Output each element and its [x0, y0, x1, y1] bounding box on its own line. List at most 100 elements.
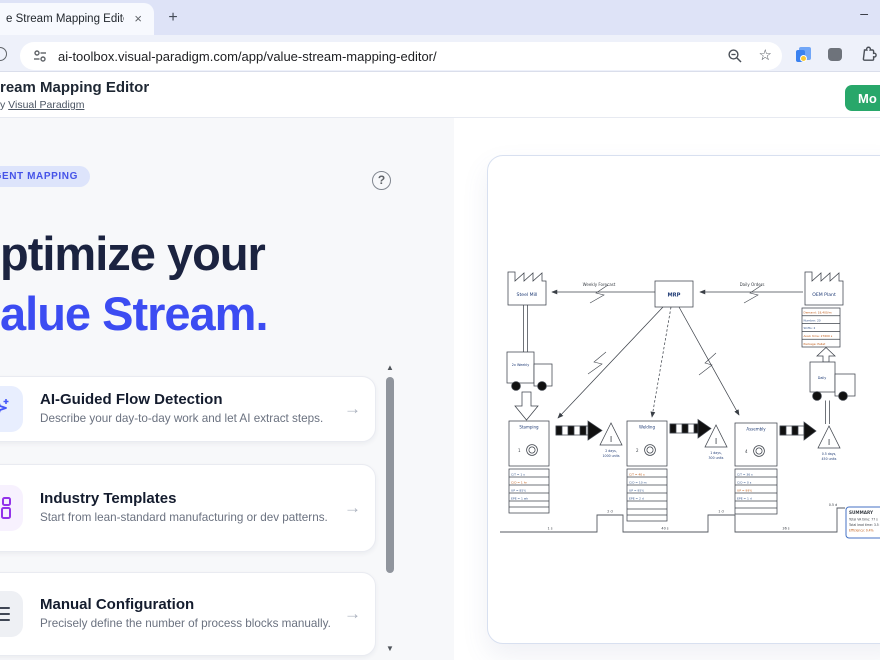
url-bar[interactable]: ai-toolbox.visual-paradigm.com/app/value…	[20, 42, 782, 70]
summary-line: Efficiency: 0.4%	[849, 529, 874, 533]
hero-title-line1: ptimize your	[0, 226, 265, 281]
tab-close-icon[interactable]: ×	[130, 11, 146, 27]
app-byline: y Visual Paradigm	[0, 99, 84, 111]
inventory-label: 2 days,	[605, 449, 617, 453]
url-text[interactable]: ai-toolbox.visual-paradigm.com/app/value…	[58, 49, 719, 64]
process-box-assembly	[735, 423, 777, 514]
timeline-label: 1 d	[718, 510, 723, 514]
push-arrow	[556, 421, 602, 440]
list-settings-icon	[0, 591, 23, 637]
arrow-right-icon[interactable]: →	[344, 498, 361, 518]
timeline-label: 2 d	[607, 510, 612, 514]
card-text: Manual Configuration Precisely define th…	[40, 596, 332, 632]
ship-left-label: 2x Weekly	[512, 363, 529, 367]
card-desc: Start from lean-standard manufacturing o…	[40, 510, 332, 526]
bookmark-star-icon[interactable]: ☆	[759, 48, 772, 64]
scroll-down-icon[interactable]: ▼	[383, 644, 397, 653]
process-box-welding	[627, 421, 667, 521]
site-settings-icon[interactable]	[32, 48, 48, 64]
arrow-right-icon[interactable]: →	[344, 604, 361, 624]
customer-data-row: Number: 20	[804, 318, 821, 322]
tab-strip: e Stream Mapping Editor × + –	[0, 0, 880, 35]
scrollbar-thumb[interactable]	[386, 377, 394, 573]
process-data-row: UP = 95%	[629, 488, 644, 492]
card-list-scrollbar[interactable]: ▲ ▼	[383, 363, 397, 653]
intelligent-mapping-badge: LIGENT MAPPING	[0, 166, 90, 187]
customer-shipment-truck	[810, 348, 855, 425]
summary-line: Total lead time: 3.5 d	[848, 523, 880, 527]
supplier-label: Steel Mill	[517, 292, 538, 298]
extensions-area	[796, 45, 877, 63]
customer-data-row: Avail. time: 27600 s	[804, 334, 833, 338]
inventory-label: 1000 units	[603, 454, 620, 458]
inventory-label: 450 units	[822, 457, 837, 461]
daily-orders-arrow	[700, 285, 803, 303]
window-minimize-button[interactable]: –	[860, 5, 868, 21]
timeline-label: 0.5 d	[829, 503, 838, 507]
extension-icon-gray[interactable]	[828, 48, 842, 61]
card-desc: Describe your day-to-day work and let AI…	[40, 411, 332, 427]
tab-title: e Stream Mapping Editor	[6, 13, 124, 25]
main-content: LIGENT MAPPING ? ptimize your alue Strea…	[0, 118, 880, 660]
site-header: ream Mapping Editor y Visual Paradigm Mo	[0, 72, 880, 118]
sparkles-icon	[0, 386, 23, 432]
push-arrow	[670, 420, 711, 439]
vsm-diagram: Steel Mill OEM Plant MRP	[488, 156, 880, 643]
card-text: AI-Guided Flow Detection Describe your d…	[40, 391, 332, 427]
card-title: Manual Configuration	[40, 596, 332, 613]
customer-data-row: Package: Pallet	[804, 342, 827, 346]
weekly-forecast-label: Weekly Forecast	[583, 282, 616, 287]
summary-line: Total VA time: 77 s	[848, 518, 878, 522]
app-title: ream Mapping Editor	[0, 79, 149, 96]
process-data-row: C/T = 40 s	[629, 472, 645, 476]
mrp-label: MRP	[668, 293, 681, 299]
card-title: AI-Guided Flow Detection	[40, 391, 332, 408]
badge-label: LIGENT MAPPING	[0, 171, 78, 182]
hero-panel: LIGENT MAPPING ? ptimize your alue Strea…	[0, 118, 454, 660]
card-industry-templates[interactable]: Industry Templates Start from lean-stand…	[0, 464, 376, 552]
process-data-row: EPE = 1 wk	[511, 496, 528, 500]
inventory-label: 1 days,	[710, 451, 722, 455]
process-data-row: EPE = 1 d	[737, 496, 752, 500]
process-data-row: C/T = 1 s	[511, 472, 525, 476]
process-data-row: C/T = 36 s	[737, 472, 753, 476]
zoom-out-icon[interactable]	[727, 48, 743, 64]
inventory-label: 0.5 days,	[822, 452, 837, 456]
scroll-up-icon[interactable]: ▲	[383, 363, 397, 372]
process-data-row: C/O = 0 s	[737, 480, 752, 484]
process-data-row: UP = 99%	[737, 488, 752, 492]
inventory-label: 300 units	[709, 456, 724, 460]
more-button[interactable]: Mo	[845, 85, 880, 111]
customer-label: OEM Plant	[812, 292, 836, 298]
supplier-factory-icon	[508, 272, 546, 305]
inventory-symbol: I	[715, 437, 717, 446]
extensions-puzzle-icon[interactable]	[859, 45, 877, 63]
new-tab-button[interactable]: +	[163, 8, 183, 28]
arrow-right-icon[interactable]: →	[344, 399, 361, 419]
card-desc: Precisely define the number of process b…	[40, 616, 332, 632]
vsm-preview-card: Steel Mill OEM Plant MRP	[487, 155, 880, 644]
template-grid-icon	[0, 485, 23, 531]
process-data-row: C/O = 1 hr	[511, 480, 528, 484]
process-name: Assembly	[746, 427, 766, 432]
card-manual-configuration[interactable]: Manual Configuration Precisely define th…	[0, 572, 376, 656]
browser-tab[interactable]: e Stream Mapping Editor ×	[0, 3, 154, 35]
card-ai-guided-flow-detection[interactable]: AI-Guided Flow Detection Describe your d…	[0, 376, 376, 442]
process-data-row: EPE = 2 d	[629, 496, 644, 500]
visual-paradigm-link[interactable]: Visual Paradigm	[8, 99, 84, 111]
summary-title: SUMMARY	[849, 510, 874, 515]
extension-icon-blue[interactable]	[796, 47, 811, 62]
inventory-symbol: I	[828, 438, 830, 447]
mrp-schedule-lines	[558, 307, 739, 418]
help-icon[interactable]: ?	[372, 171, 391, 190]
process-data-row: C/O = 10 m	[629, 480, 647, 484]
daily-orders-label: Daily Orders	[740, 282, 765, 287]
process-name: Welding	[639, 425, 655, 430]
customer-data-row: Shifts: 2	[804, 326, 816, 330]
card-text: Industry Templates Start from lean-stand…	[40, 490, 332, 526]
browser-window: e Stream Mapping Editor × + – ai-toolbox…	[0, 0, 880, 660]
timeline-label: 36 s	[782, 527, 789, 531]
timeline-label: 1 s	[547, 527, 552, 531]
customer-data-row: Demand: 18,400/m	[804, 311, 832, 315]
card-title: Industry Templates	[40, 490, 332, 507]
